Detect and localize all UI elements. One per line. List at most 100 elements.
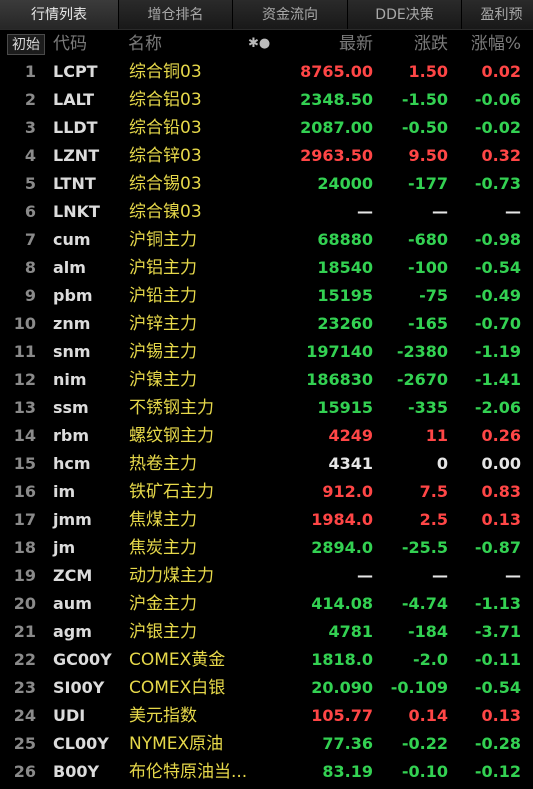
row-code: ssm [53,398,89,417]
row-number: 5 [24,174,36,193]
tab-bar: 行情列表 增仓排名 资金流向 DDE决策 盈利预 [0,0,533,30]
row-price: 68880 [317,230,373,249]
row-pct: — [505,566,521,585]
row-pct: 0.32 [481,146,521,165]
row-code: snm [53,342,91,361]
row-name: 综合铜03 [129,62,202,82]
row-number: 12 [13,370,36,389]
table-row[interactable]: 7 cum 沪铜主力 68880 -680 -0.98 [0,226,533,254]
row-number: 4 [24,146,36,165]
row-name: 综合锡03 [129,174,202,194]
table-row[interactable]: 18 jm 焦炭主力 2894.0 -25.5 -0.87 [0,534,533,562]
row-number: 7 [24,230,36,249]
tab-fund-flow[interactable]: 资金流向 [233,0,348,29]
row-number: 25 [13,734,36,753]
table-row[interactable]: 10 znm 沪锌主力 23260 -165 -0.70 [0,310,533,338]
row-change: — [432,202,448,221]
col-pct-header[interactable]: 涨幅% [471,30,521,58]
row-price: — [357,202,373,221]
table-row[interactable]: 11 snm 沪锡主力 197140 -2380 -1.19 [0,338,533,366]
row-pct: -1.41 [474,370,521,389]
table-row[interactable]: 24 UDI 美元指数 105.77 0.14 0.13 [0,702,533,730]
row-change: -2.0 [413,650,448,669]
row-name: NYMEX原油 [129,734,224,754]
row-code: B00Y [53,762,100,781]
row-pct: -0.06 [474,90,521,109]
table-row[interactable]: 2 LALT 综合铝03 2348.50 -1.50 -0.06 [0,86,533,114]
col-price-header[interactable]: 最新 [339,30,373,58]
col-name-header[interactable]: 名称 [128,30,162,58]
table-row[interactable]: 15 hcm 热卷主力 4341 0 0.00 [0,450,533,478]
table-row[interactable]: 9 pbm 沪铅主力 15195 -75 -0.49 [0,282,533,310]
table-row[interactable]: 23 SI00Y COMEX白银 20.090 -0.109 -0.54 [0,674,533,702]
row-name: 综合锌03 [129,146,202,166]
table-row[interactable]: 16 im 铁矿石主力 912.0 7.5 0.83 [0,478,533,506]
row-number: 2 [24,90,36,109]
tab-position-ranking[interactable]: 增仓排名 [119,0,233,29]
table-row[interactable]: 8 alm 沪铝主力 18540 -100 -0.54 [0,254,533,282]
row-price: 197140 [306,342,373,361]
row-pct: -0.54 [474,258,521,277]
table-row[interactable]: 5 LTNT 综合锡03 24000 -177 -0.73 [0,170,533,198]
row-name: 沪铝主力 [129,258,197,278]
row-pct: 0.83 [481,482,521,501]
row-change: 9.50 [408,146,448,165]
row-price: — [357,566,373,585]
row-number: 1 [24,62,36,81]
row-name: 不锈钢主力 [129,398,214,418]
table-row[interactable]: 13 ssm 不锈钢主力 15915 -335 -2.06 [0,394,533,422]
row-change: -1.50 [401,90,448,109]
row-code: hcm [53,454,91,473]
table-row[interactable]: 22 GC00Y COMEX黄金 1818.0 -2.0 -0.11 [0,646,533,674]
table-row[interactable]: 6 LNKT 综合镍03 — — — [0,198,533,226]
table-row[interactable]: 26 B00Y 布伦特原油当... 83.19 -0.10 -0.12 [0,758,533,786]
col-code-header[interactable]: 代码 [53,30,87,58]
row-price: 2894.0 [311,538,373,557]
table-row[interactable]: 12 nim 沪镍主力 186830 -2670 -1.41 [0,366,533,394]
row-code: CL00Y [53,734,109,753]
row-name: 沪镍主力 [129,370,197,390]
row-code: GC00Y [53,650,112,669]
row-number: 15 [13,454,36,473]
row-change: -177 [407,174,448,193]
row-name: 综合镍03 [129,202,202,222]
row-name: 螺纹钢主力 [129,426,214,446]
row-code: aum [53,594,92,613]
table-row[interactable]: 14 rbm 螺纹钢主力 4249 11 0.26 [0,422,533,450]
row-code: rbm [53,426,90,445]
table-row[interactable]: 25 CL00Y NYMEX原油 77.36 -0.22 -0.28 [0,730,533,758]
row-price: 8765.00 [300,62,373,81]
row-price: 1984.0 [311,510,373,529]
row-code: znm [53,314,91,333]
column-settings-icon[interactable]: ✱● [248,30,270,58]
reset-button[interactable]: 初始 [7,34,45,55]
tab-dde-decision[interactable]: DDE决策 [348,0,462,29]
row-number: 20 [13,594,36,613]
row-pct: 0.02 [481,62,521,81]
table-row[interactable]: 17 jmm 焦煤主力 1984.0 2.5 0.13 [0,506,533,534]
row-change: -25.5 [401,538,448,557]
row-change: 1.50 [408,62,448,81]
row-code: SI00Y [53,678,105,697]
table-row[interactable]: 1 LCPT 综合铜03 8765.00 1.50 0.02 [0,58,533,86]
row-name: 布伦特原油当... [129,762,248,782]
tab-quote-list[interactable]: 行情列表 [0,0,119,29]
tab-profit-forecast[interactable]: 盈利预 [462,0,533,29]
row-change: -680 [407,230,448,249]
table-row[interactable]: 19 ZCM 动力煤主力 — — — [0,562,533,590]
table-row[interactable]: 20 aum 沪金主力 414.08 -4.74 -1.13 [0,590,533,618]
row-pct: 0.13 [481,510,521,529]
row-pct: 0.26 [481,426,521,445]
row-code: UDI [53,706,86,725]
row-name: 沪金主力 [129,594,197,614]
row-pct: -0.02 [474,118,521,137]
table-row[interactable]: 4 LZNT 综合锌03 2963.50 9.50 0.32 [0,142,533,170]
row-pct: -0.11 [474,650,521,669]
table-row[interactable]: 21 agm 沪银主力 4781 -184 -3.71 [0,618,533,646]
col-change-header[interactable]: 涨跌 [414,30,448,58]
row-change: -100 [407,258,448,277]
row-number: 26 [13,762,36,781]
row-name: 沪银主力 [129,622,197,642]
table-row[interactable]: 3 LLDT 综合铅03 2087.00 -0.50 -0.02 [0,114,533,142]
row-pct: -1.13 [474,594,521,613]
